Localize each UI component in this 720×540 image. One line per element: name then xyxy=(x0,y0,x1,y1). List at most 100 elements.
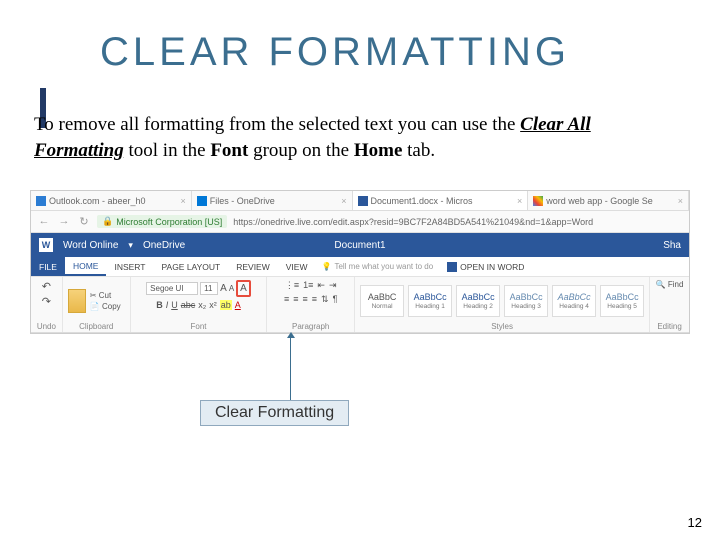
style-preview: AaBbCc xyxy=(414,292,447,302)
browser-tab[interactable]: Outlook.com - abeer_h0 × xyxy=(31,191,192,210)
tab-home[interactable]: HOME xyxy=(65,257,107,276)
redo-button[interactable]: ↷ xyxy=(42,295,51,308)
justify-button[interactable]: ≡ xyxy=(312,294,317,305)
style-name: Heading 5 xyxy=(607,303,637,310)
underline-button[interactable]: U xyxy=(171,300,178,310)
font-name-select[interactable]: Segoe UI xyxy=(146,282,198,295)
style-heading-2[interactable]: AaBbCcHeading 2 xyxy=(456,285,500,317)
tell-me-label: Tell me what you want to do xyxy=(334,262,433,271)
onedrive-icon xyxy=(197,196,207,206)
url-field[interactable]: https://onedrive.live.com/edit.aspx?resi… xyxy=(233,217,683,227)
font-color-button[interactable]: A xyxy=(235,300,241,310)
ssl-badge[interactable]: 🔒Microsoft Corporation [US] xyxy=(97,215,227,228)
style-preview: AaBbCc xyxy=(558,292,591,302)
page-number: 12 xyxy=(688,515,702,530)
style-name: Heading 1 xyxy=(415,303,445,310)
cut-button[interactable]: ✂ Cut xyxy=(90,291,121,300)
ribbon-tabs: FILE HOME INSERT PAGE LAYOUT REVIEW VIEW… xyxy=(31,257,689,277)
document-title[interactable]: Document1 xyxy=(334,240,385,251)
tab-review[interactable]: REVIEW xyxy=(228,257,278,276)
style-heading-4[interactable]: AaBbCcHeading 4 xyxy=(552,285,596,317)
paste-button[interactable] xyxy=(68,289,86,313)
align-center-button[interactable]: ≡ xyxy=(293,294,298,305)
tab-page-layout[interactable]: PAGE LAYOUT xyxy=(153,257,228,276)
undo-button[interactable]: ↶ xyxy=(42,280,51,293)
bold-button[interactable]: B xyxy=(156,300,163,310)
style-name: Normal xyxy=(372,303,393,310)
style-preview: AaBbCc xyxy=(462,292,495,302)
tell-me-box[interactable]: 💡Tell me what you want to do xyxy=(315,257,439,276)
ssl-label: Microsoft Corporation [US] xyxy=(116,217,222,227)
word-logo-icon: W xyxy=(39,238,53,252)
tab-label: Outlook.com - abeer_h0 xyxy=(49,196,146,206)
tab-insert[interactable]: INSERT xyxy=(106,257,153,276)
find-button[interactable]: 🔍 Find xyxy=(656,280,684,289)
close-icon[interactable]: × xyxy=(517,196,522,206)
callout-label: Clear Formatting xyxy=(200,400,349,426)
open-in-word-button[interactable]: OPEN IN WORD xyxy=(439,257,532,276)
line-spacing-button[interactable]: ⇅ xyxy=(321,294,329,305)
highlight-button[interactable]: ab xyxy=(220,300,232,310)
lightbulb-icon: 💡 xyxy=(321,262,331,271)
style-heading-3[interactable]: AaBbCcHeading 3 xyxy=(504,285,548,317)
browser-tab[interactable]: Files - OneDrive × xyxy=(192,191,353,210)
group-label: Styles xyxy=(360,322,644,331)
clear-formatting-button[interactable]: A xyxy=(236,280,251,297)
word-header: W Word Online ▾ OneDrive Document1 Sha xyxy=(31,233,689,257)
tab-label: Files - OneDrive xyxy=(210,196,275,206)
close-icon[interactable]: × xyxy=(180,196,185,206)
style-preview: AaBbCc xyxy=(510,292,543,302)
copy-button[interactable]: 📄 Copy xyxy=(90,302,121,311)
close-icon[interactable]: × xyxy=(678,196,683,206)
font-size-select[interactable]: 11 xyxy=(200,282,218,295)
style-heading-5[interactable]: AaBbCcHeading 5 xyxy=(600,285,644,317)
grow-font-button[interactable]: A xyxy=(220,283,227,294)
google-icon xyxy=(533,196,543,206)
onedrive-link[interactable]: OneDrive xyxy=(143,240,185,251)
style-name: Heading 4 xyxy=(559,303,589,310)
reload-button[interactable]: ↻ xyxy=(77,215,91,229)
group-label: Undo xyxy=(36,322,57,331)
align-right-button[interactable]: ≡ xyxy=(303,294,308,305)
group-label: Font xyxy=(136,322,262,331)
tab-view[interactable]: VIEW xyxy=(278,257,316,276)
style-heading-1[interactable]: AaBbCcHeading 1 xyxy=(408,285,452,317)
tab-label: word web app - Google Se xyxy=(546,196,653,206)
browser-tab[interactable]: Document1.docx - Micros× xyxy=(353,191,529,210)
chevron-down-icon[interactable]: ▾ xyxy=(128,240,133,251)
style-name: Heading 2 xyxy=(463,303,493,310)
back-button[interactable]: ← xyxy=(37,215,51,229)
tab-file[interactable]: FILE xyxy=(31,257,65,276)
group-font: Segoe UI 11 A A A B I U abc x₂ x² ab xyxy=(131,277,268,332)
word-icon xyxy=(358,196,368,206)
forward-button[interactable]: → xyxy=(57,215,71,229)
address-bar: ← → ↻ 🔒Microsoft Corporation [US] https:… xyxy=(31,211,689,233)
group-clipboard: ✂ Cut 📄 Copy Clipboard xyxy=(63,277,131,332)
app-name: Word Online xyxy=(63,240,118,251)
close-icon[interactable]: × xyxy=(341,196,346,206)
style-name: Heading 3 xyxy=(511,303,541,310)
style-preview: AaBbC xyxy=(368,292,397,302)
align-left-button[interactable]: ≡ xyxy=(284,294,289,305)
strike-button[interactable]: abc xyxy=(181,300,196,310)
group-paragraph: ⋮≡ 1≡ ⇤ ⇥ ≡ ≡ ≡ ≡ ⇅ ¶ Paragraph xyxy=(267,277,355,332)
ribbon: ↶ ↷ Undo ✂ Cut 📄 Copy Clipboard xyxy=(31,277,689,333)
group-label: Clipboard xyxy=(68,322,125,331)
group-label: Paragraph xyxy=(272,322,349,331)
style-normal[interactable]: AaBbCNormal xyxy=(360,285,404,317)
browser-tab[interactable]: word web app - Google Se × xyxy=(528,191,689,210)
browser-window: Outlook.com - abeer_h0 × Files - OneDrive… xyxy=(30,190,690,334)
shrink-font-button[interactable]: A xyxy=(229,284,234,293)
group-editing: 🔍 Find Editing xyxy=(650,277,689,332)
group-styles: AaBbCNormalAaBbCcHeading 1AaBbCcHeading … xyxy=(355,277,650,332)
share-button[interactable]: Sha xyxy=(663,240,681,251)
italic-button[interactable]: I xyxy=(166,300,169,310)
outdent-button[interactable]: ⇤ xyxy=(317,280,325,291)
bullets-button[interactable]: ⋮≡ xyxy=(285,280,299,291)
paragraph-dir-button[interactable]: ¶ xyxy=(333,294,338,305)
browser-tabstrip: Outlook.com - abeer_h0 × Files - OneDrive… xyxy=(31,191,689,211)
indent-button[interactable]: ⇥ xyxy=(329,280,337,291)
subscript-button[interactable]: x₂ xyxy=(198,300,206,310)
numbering-button[interactable]: 1≡ xyxy=(303,280,313,291)
superscript-button[interactable]: x² xyxy=(209,300,217,310)
